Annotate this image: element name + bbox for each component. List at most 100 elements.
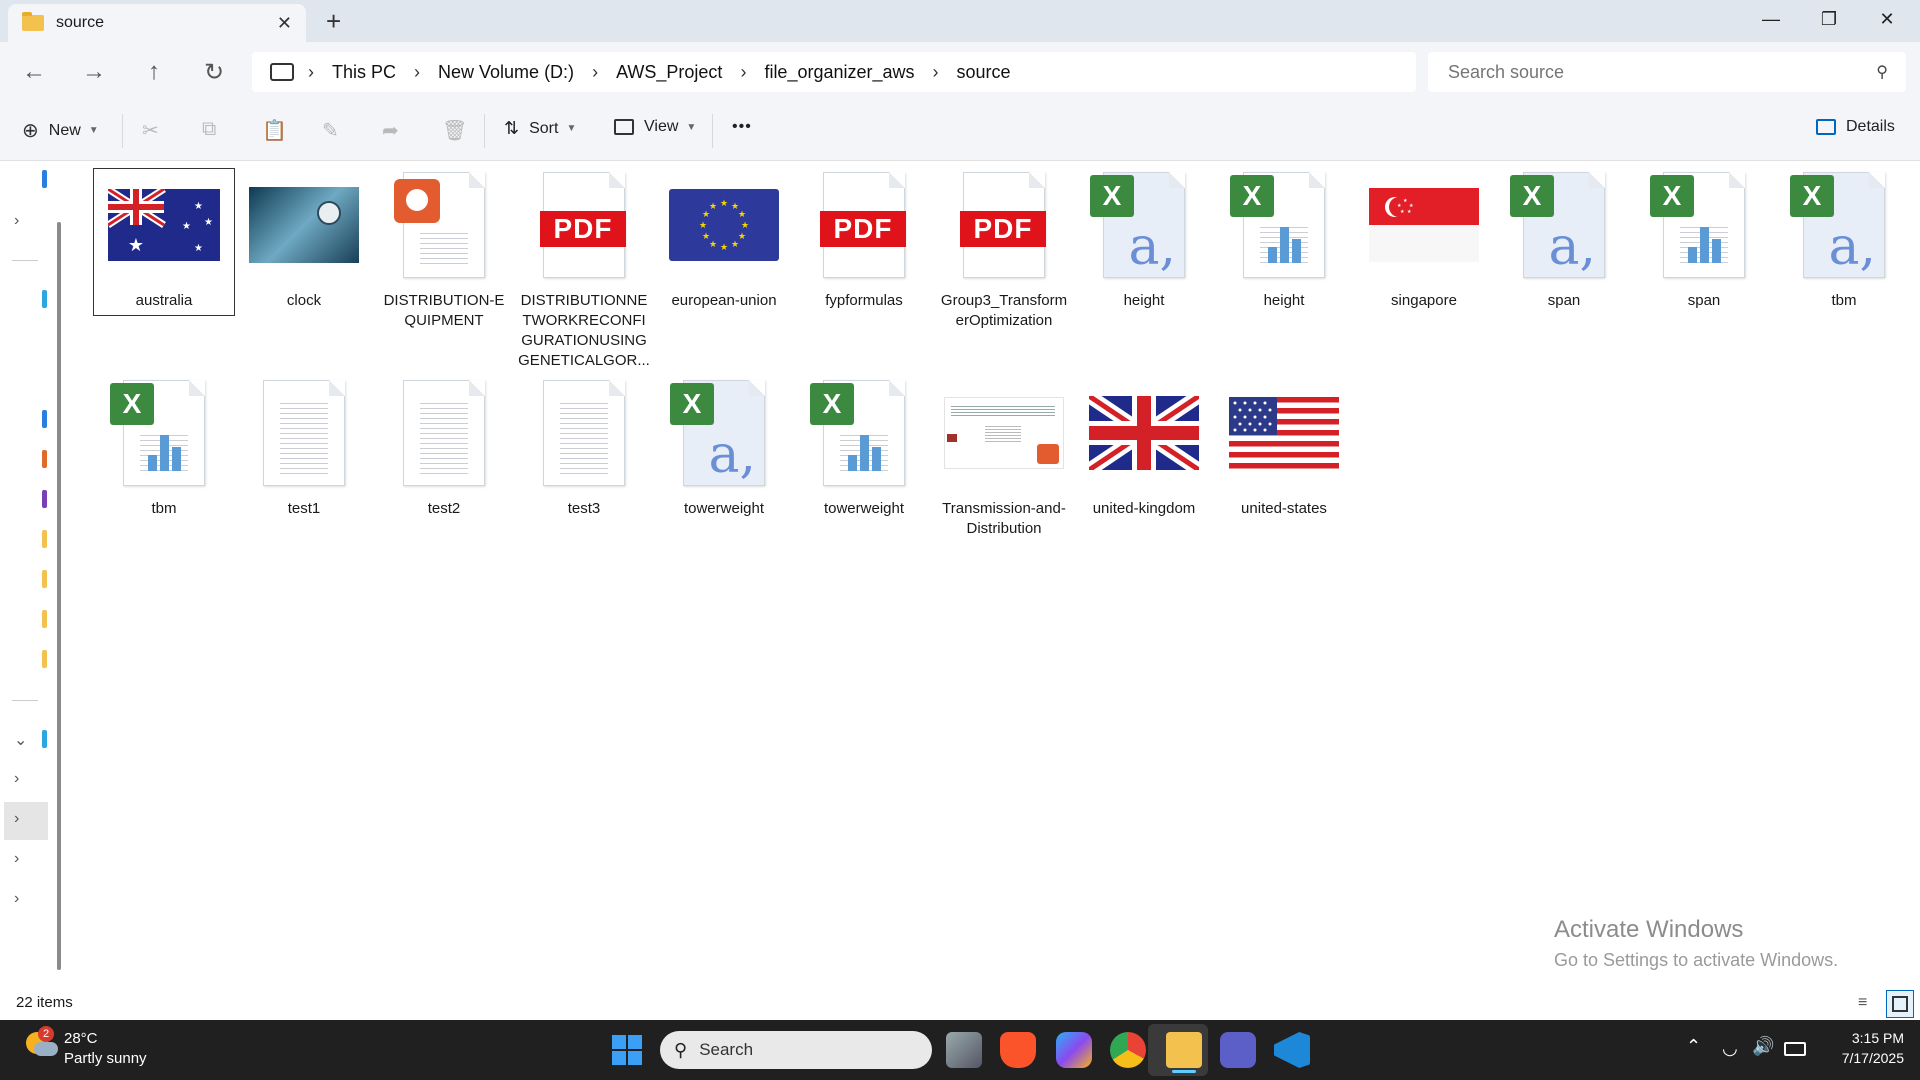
chevron-right-icon[interactable]: › [14,212,19,230]
divider [12,260,38,261]
breadcrumb-aws-project[interactable]: AWS_Project [616,62,722,83]
share-icon[interactable]: ➦ [382,118,399,143]
chrome-icon[interactable] [1110,1032,1146,1068]
file-name: fypformulas [825,292,903,309]
clock-date[interactable]: 7/17/2025 [1814,1050,1904,1066]
notification-badge: 2 [38,1026,54,1042]
search-input[interactable] [1446,60,1850,84]
chevron-right-icon[interactable]: › [740,62,746,83]
plus-icon[interactable]: + [326,6,341,37]
sidebar-icon[interactable] [42,450,47,468]
search-icon[interactable]: ⚲ [1876,62,1888,82]
sidebar-icon[interactable] [42,530,47,548]
sidebar-scrollbar[interactable] [57,222,61,970]
close-tab-icon[interactable]: ✕ [277,13,292,34]
brave-browser-icon[interactable] [1000,1032,1036,1068]
activation-watermark-title: Activate Windows [1554,916,1744,943]
sidebar-icon[interactable] [42,730,47,748]
chevron-right-icon[interactable]: › [933,62,939,83]
navigation-pane [0,161,64,990]
restore-icon[interactable]: ❐ [1800,0,1858,38]
chevron-up-icon[interactable]: ⌃ [1686,1036,1701,1057]
weather-desc[interactable]: Partly sunny [64,1050,147,1067]
new-button[interactable]: ⊕ New ▼ [22,118,99,143]
presentation-thumbnail [934,377,1074,489]
copy-icon[interactable]: ⧉ [202,118,216,141]
refresh-icon[interactable]: ↻ [196,58,232,87]
search-box[interactable]: ⚲ [1428,52,1906,92]
address-bar[interactable]: › This PC › New Volume (D:) › AWS_Projec… [252,52,1416,92]
weather-icon[interactable]: 2 [26,1026,58,1058]
copilot-icon[interactable] [1056,1032,1092,1068]
sidebar-icon[interactable] [42,610,47,628]
file-item-australia[interactable]: ★ ★ ★ ★ ★ australia [93,168,235,316]
australia-flag-icon: ★ ★ ★ ★ ★ [94,169,234,281]
breadcrumb-source[interactable]: source [957,62,1011,83]
taskbar-search[interactable]: ⚲ Search [660,1031,932,1069]
chevron-down-icon[interactable]: ⌄ [14,730,27,750]
svg-text:★: ★ [741,220,749,230]
up-icon[interactable]: ↑ [136,58,172,86]
chevron-right-icon[interactable]: › [14,810,19,828]
sidebar-icon[interactable] [42,290,47,308]
sidebar-icon[interactable] [42,490,47,508]
chevron-right-icon[interactable]: › [414,62,420,83]
large-icons-view-icon[interactable] [1886,990,1914,1018]
sidebar-icon[interactable] [42,410,47,428]
svg-text:★: ★ [720,242,728,252]
breadcrumb-file-organizer[interactable]: file_organizer_aws [764,62,914,83]
svg-text:★: ★ [709,201,717,211]
back-icon[interactable]: ← [16,58,52,86]
paste-icon[interactable]: 📋 [262,118,287,143]
view-button[interactable]: View ▼ [614,118,696,136]
volume-icon[interactable]: 🔊 [1752,1036,1774,1057]
start-icon[interactable] [612,1035,642,1065]
rename-icon[interactable]: ✎ [322,118,339,143]
file-name: clock [286,292,322,309]
task-view-icon[interactable] [946,1032,982,1068]
svg-text:★: ★ [128,235,144,255]
sidebar-item-selected[interactable] [4,802,48,840]
chevron-right-icon[interactable]: › [592,62,598,83]
svg-text:★: ★ [738,231,746,241]
sort-button[interactable]: ⇅ Sort ▼ [504,118,576,139]
minimize-icon[interactable]: — [1742,0,1800,38]
item-count: 22 items [16,994,73,1011]
cut-icon[interactable]: ✂ [142,118,159,143]
details-view-icon[interactable]: ≡ [1858,994,1867,1012]
file-explorer-icon[interactable] [1166,1032,1202,1068]
chevron-right-icon[interactable]: › [14,850,19,868]
sidebar-icon[interactable] [42,570,47,588]
battery-icon[interactable] [1784,1042,1806,1056]
forward-icon[interactable]: → [76,58,112,86]
chevron-right-icon[interactable]: › [308,62,314,83]
details-button[interactable]: Details [1816,118,1895,136]
divider [712,114,713,148]
clock-time[interactable]: 3:15 PM [1814,1030,1904,1046]
excel-file-icon: X [1634,169,1774,281]
weather-temp[interactable]: 28°C [64,1030,98,1047]
taskbar-search-label: Search [699,1040,754,1059]
chevron-down-icon: ▼ [686,121,697,133]
delete-icon[interactable]: 🗑 [442,118,467,143]
breadcrumb-new-volume[interactable]: New Volume (D:) [438,62,574,83]
svg-text:★: ★ [731,239,739,249]
close-icon[interactable]: ✕ [1858,0,1916,38]
eu-flag-icon: ★ ★ ★ ★ ★ ★ ★ ★ ★ ★ ★ ★ [654,169,794,281]
text-file-icon [234,377,374,489]
excel-file-icon: X [94,377,234,489]
teams-icon[interactable] [1220,1032,1256,1068]
tab-source[interactable]: source ✕ [8,4,306,42]
more-options-button[interactable]: ••• [732,118,752,136]
wifi-icon[interactable]: ◡ [1722,1038,1738,1059]
sort-label: Sort [529,119,559,137]
svg-text:★: ★ [1407,209,1412,215]
chevron-right-icon[interactable]: › [14,770,19,788]
sidebar-icon[interactable] [42,650,47,668]
chevron-right-icon[interactable]: › [14,890,19,908]
svg-text:★: ★ [194,243,203,254]
excel-csv-icon: Xa, [1494,169,1634,281]
breadcrumb-this-pc[interactable]: This PC [332,62,396,83]
chevron-down-icon: ▼ [88,125,99,136]
sidebar-icon[interactable] [42,170,47,188]
